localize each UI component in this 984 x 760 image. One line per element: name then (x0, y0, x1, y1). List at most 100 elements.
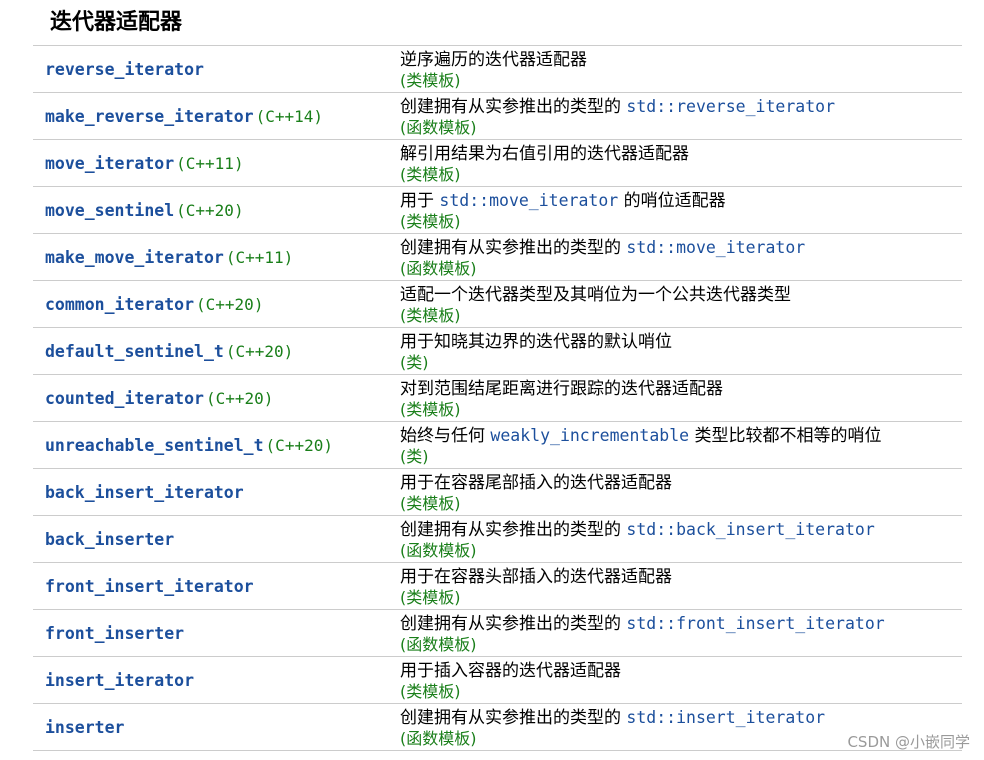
entity-name-link[interactable]: unreachable_sentinel_t (45, 436, 264, 455)
code-link[interactable]: std::back_insert_iterator (626, 520, 874, 539)
entity-name-link[interactable]: back_inserter (45, 530, 174, 549)
description: 逆序遍历的迭代器适配器 (400, 49, 587, 71)
version-mark: (C++11) (225, 248, 294, 267)
entity-name-cell: insert_iterator (45, 671, 194, 691)
version-mark: (C++20) (225, 342, 294, 361)
entity-name-cell: back_inserter (45, 530, 174, 550)
description: 用于在容器头部插入的迭代器适配器 (400, 566, 672, 588)
table-row: front_inserter 创建拥有从实参推出的类型的 std::front_i… (33, 610, 962, 657)
entity-name-link[interactable]: front_insert_iterator (45, 577, 254, 596)
description: 创建拥有从实参推出的类型的 std::front_insert_iterator (400, 613, 885, 635)
kind-label: (类模板) (400, 71, 461, 90)
kind-label: (类模板) (400, 682, 461, 701)
code-link[interactable]: std::reverse_iterator (626, 97, 835, 116)
entity-name-cell: front_insert_iterator (45, 577, 254, 597)
table-row: make_move_iterator (C++11) 创建拥有从实参推出的类型的 s… (33, 234, 962, 281)
description-text: 用于知晓其边界的迭代器的默认哨位 (400, 332, 672, 352)
table-row: move_iterator (C++11) 解引用结果为右值引用的迭代器适配器 (类模… (33, 140, 962, 187)
entity-name-cell: front_inserter (45, 624, 184, 644)
entity-name-link[interactable]: move_sentinel (45, 201, 174, 220)
description-text: 始终与任何 (400, 426, 491, 446)
entity-name-link[interactable]: make_reverse_iterator (45, 107, 254, 126)
table-row: unreachable_sentinel_t (C++20) 始终与任何 weakl… (33, 422, 962, 469)
entity-name-link[interactable]: inserter (45, 718, 124, 737)
version-mark: (C++20) (205, 389, 274, 408)
table-row: move_sentinel (C++20) 用于 std::move_iterato… (33, 187, 962, 234)
description-text: 解引用结果为右值引用的迭代器适配器 (400, 144, 689, 164)
description: 始终与任何 weakly_incrementable 类型比较都不相等的哨位 (400, 425, 882, 447)
entity-name-cell: back_insert_iterator (45, 483, 244, 503)
entity-name-cell: move_iterator (C++11) (45, 154, 244, 174)
code-link[interactable]: weakly_incrementable (490, 426, 689, 445)
table-row: reverse_iterator 逆序遍历的迭代器适配器 (类模板) (33, 46, 962, 93)
version-mark: (C++20) (176, 201, 244, 220)
description: 用于知晓其边界的迭代器的默认哨位 (400, 331, 672, 353)
entity-name-link[interactable]: front_inserter (45, 624, 184, 643)
code-link[interactable]: std::move_iterator (626, 238, 805, 257)
entity-name-link[interactable]: counted_iterator (45, 389, 204, 408)
description-text-suffix: 的哨位适配器 (618, 191, 726, 211)
kind-label: (函数模板) (400, 259, 477, 278)
table-row: back_inserter 创建拥有从实参推出的类型的 std::back_ins… (33, 516, 962, 563)
description: 用于 std::move_iterator 的哨位适配器 (400, 190, 726, 212)
description-text: 创建拥有从实参推出的类型的 (400, 614, 627, 634)
kind-label: (类模板) (400, 306, 461, 325)
section-heading: 迭代器适配器 (50, 10, 183, 35)
table-row: common_iterator (C++20) 适配一个迭代器类型及其哨位为一个公共… (33, 281, 962, 328)
table-row: make_reverse_iterator (C++14) 创建拥有从实参推出的类型… (33, 93, 962, 140)
entity-name-link[interactable]: back_insert_iterator (45, 483, 244, 502)
code-link[interactable]: std::insert_iterator (626, 708, 825, 727)
table-row: front_insert_iterator 用于在容器头部插入的迭代器适配器 (类模… (33, 563, 962, 610)
version-mark: (C++20) (196, 295, 264, 314)
entity-name-link[interactable]: common_iterator (45, 295, 194, 314)
description: 解引用结果为右值引用的迭代器适配器 (400, 143, 689, 165)
kind-label: (类模板) (400, 588, 461, 607)
description: 创建拥有从实参推出的类型的 std::move_iterator (400, 237, 805, 259)
entity-name-link[interactable]: reverse_iterator (45, 60, 204, 79)
table-row: counted_iterator (C++20) 对到范围结尾距离进行跟踪的迭代器适… (33, 375, 962, 422)
kind-label: (类模板) (400, 400, 461, 419)
iterator-adaptor-table: reverse_iterator 逆序遍历的迭代器适配器 (类模板) make_rev… (33, 45, 962, 751)
table-row: insert_iterator 用于插入容器的迭代器适配器 (类模板) (33, 657, 962, 704)
kind-label: (类模板) (400, 494, 461, 513)
kind-label: (类模板) (400, 165, 461, 184)
description: 创建拥有从实参推出的类型的 std::back_insert_iterator (400, 519, 875, 541)
entity-name-cell: common_iterator (C++20) (45, 295, 263, 315)
kind-label: (函数模板) (400, 541, 477, 560)
entity-name-cell: reverse_iterator (45, 60, 204, 80)
csdn-watermark: CSDN @小嵌同学 (847, 733, 970, 751)
table-row: default_sentinel_t (C++20) 用于知晓其边界的迭代器的默认哨… (33, 328, 962, 375)
version-mark: (C++14) (255, 107, 324, 126)
kind-label: (函数模板) (400, 635, 477, 654)
description: 用于插入容器的迭代器适配器 (400, 660, 621, 682)
kind-label: (函数模板) (400, 118, 477, 137)
table-row: back_insert_iterator 用于在容器尾部插入的迭代器适配器 (类模板… (33, 469, 962, 516)
table-row: inserter 创建拥有从实参推出的类型的 std::insert_iterat… (33, 704, 962, 751)
entity-name-link[interactable]: make_move_iterator (45, 248, 224, 267)
entity-name-link[interactable]: move_iterator (45, 154, 174, 173)
description: 适配一个迭代器类型及其哨位为一个公共迭代器类型 (400, 284, 791, 306)
kind-label: (类模板) (400, 212, 461, 231)
description: 创建拥有从实参推出的类型的 std::insert_iterator (400, 707, 825, 729)
description-text: 用于在容器头部插入的迭代器适配器 (400, 567, 672, 587)
code-link[interactable]: std::move_iterator (439, 191, 618, 210)
entity-name-link[interactable]: insert_iterator (45, 671, 194, 690)
description-text: 创建拥有从实参推出的类型的 (400, 97, 627, 117)
description-text-suffix: 类型比较都不相等的哨位 (689, 426, 882, 446)
description-text: 适配一个迭代器类型及其哨位为一个公共迭代器类型 (400, 285, 791, 305)
entity-name-link[interactable]: default_sentinel_t (45, 342, 224, 361)
kind-label: (类) (400, 447, 429, 466)
description-text: 创建拥有从实参推出的类型的 (400, 520, 627, 540)
description: 对到范围结尾距离进行跟踪的迭代器适配器 (400, 378, 723, 400)
description-text: 逆序遍历的迭代器适配器 (400, 50, 587, 70)
description-text: 用于在容器尾部插入的迭代器适配器 (400, 473, 672, 493)
code-link[interactable]: std::front_insert_iterator (626, 614, 884, 633)
description-text: 创建拥有从实参推出的类型的 (400, 708, 627, 728)
entity-name-cell: unreachable_sentinel_t (C++20) (45, 436, 333, 456)
description-text: 创建拥有从实参推出的类型的 (400, 238, 627, 258)
entity-name-cell: move_sentinel (C++20) (45, 201, 244, 221)
entity-name-cell: make_move_iterator (C++11) (45, 248, 293, 268)
version-mark: (C++20) (265, 436, 333, 455)
description-text: 用于 (400, 191, 440, 211)
version-mark: (C++11) (176, 154, 244, 173)
